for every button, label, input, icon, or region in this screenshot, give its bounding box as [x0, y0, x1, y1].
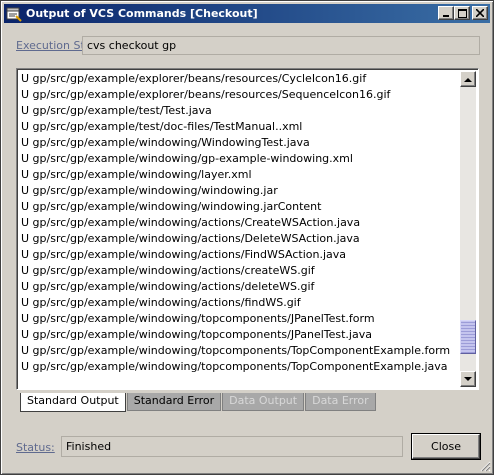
output-line: U gp/src/gp/example/windowing/actions/De… [21, 232, 360, 245]
tab-standard-output[interactable]: Standard Output [20, 393, 126, 412]
scroll-up-button[interactable] [460, 71, 476, 87]
output-line: U gp/src/gp/example/windowing/topcompone… [21, 344, 451, 357]
output-line: U gp/src/gp/example/windowing/actions/Cr… [21, 216, 361, 229]
scrollbar-thumb[interactable] [460, 319, 476, 354]
vertical-scrollbar[interactable] [460, 71, 476, 387]
window-title: Output of VCS Commands [Checkout] [26, 7, 258, 20]
output-line: U gp/src/gp/example/windowing/windowing.… [21, 200, 322, 213]
close-button[interactable]: Close [412, 434, 480, 459]
maximize-button[interactable] [454, 6, 470, 20]
resize-grip-icon[interactable] [479, 460, 491, 472]
status-label: Status: [16, 441, 55, 454]
close-icon [476, 9, 484, 17]
minimize-button[interactable] [438, 6, 454, 20]
scroll-down-button[interactable] [460, 371, 476, 387]
output-line: U gp/src/gp/example/explorer/beans/resou… [21, 72, 367, 85]
output-lines: U gp/src/gp/example/explorer/beans/resou… [19, 71, 460, 387]
output-line: U gp/src/gp/example/windowing/layer.xml [21, 168, 252, 181]
output-line: U gp/src/gp/example/windowing/actions/Fi… [21, 248, 347, 261]
status-field[interactable]: Finished [61, 436, 403, 457]
tab-data-error: Data Error [305, 393, 376, 411]
vcs-app-icon [6, 6, 22, 22]
output-line: U gp/src/gp/example/windowing/topcompone… [21, 328, 372, 341]
execution-string-field[interactable]: cvs checkout gp [82, 36, 480, 55]
output-text-area[interactable]: U gp/src/gp/example/explorer/beans/resou… [16, 68, 479, 390]
output-line: U gp/src/gp/example/windowing/topcompone… [21, 312, 375, 325]
output-line: U gp/src/gp/example/windowing/WindowingT… [21, 136, 310, 149]
output-line: U gp/src/gp/example/test/Test.java [21, 104, 212, 117]
arrow-up-icon [464, 77, 472, 82]
output-line: U gp/src/gp/example/windowing/topcompone… [21, 360, 448, 373]
title-bar[interactable]: Output of VCS Commands [Checkout] [4, 4, 490, 23]
tab-standard-error[interactable]: Standard Error [126, 393, 222, 411]
output-line: U gp/src/gp/example/test/doc-files/TestM… [21, 120, 303, 133]
close-window-button[interactable] [472, 6, 488, 20]
window-controls [438, 6, 488, 20]
output-line: U gp/src/gp/example/explorer/beans/resou… [21, 88, 391, 101]
output-line: U gp/src/gp/example/windowing/windowing.… [21, 184, 278, 197]
output-line: U gp/src/gp/example/windowing/actions/fi… [21, 296, 301, 309]
output-line: U gp/src/gp/example/windowing/actions/cr… [21, 264, 315, 277]
maximize-icon [457, 8, 467, 18]
tab-data-output: Data Output [222, 393, 305, 411]
output-line: U gp/src/gp/example/windowing/actions/de… [21, 280, 315, 293]
output-tabs: Standard Output Standard Error Data Outp… [20, 393, 377, 412]
output-line: U gp/src/gp/example/windowing/gp-example… [21, 152, 353, 165]
minimize-icon [443, 15, 449, 17]
vcs-output-window: Output of VCS Commands [Checkout] Execut… [0, 0, 494, 475]
arrow-down-icon [464, 376, 472, 381]
